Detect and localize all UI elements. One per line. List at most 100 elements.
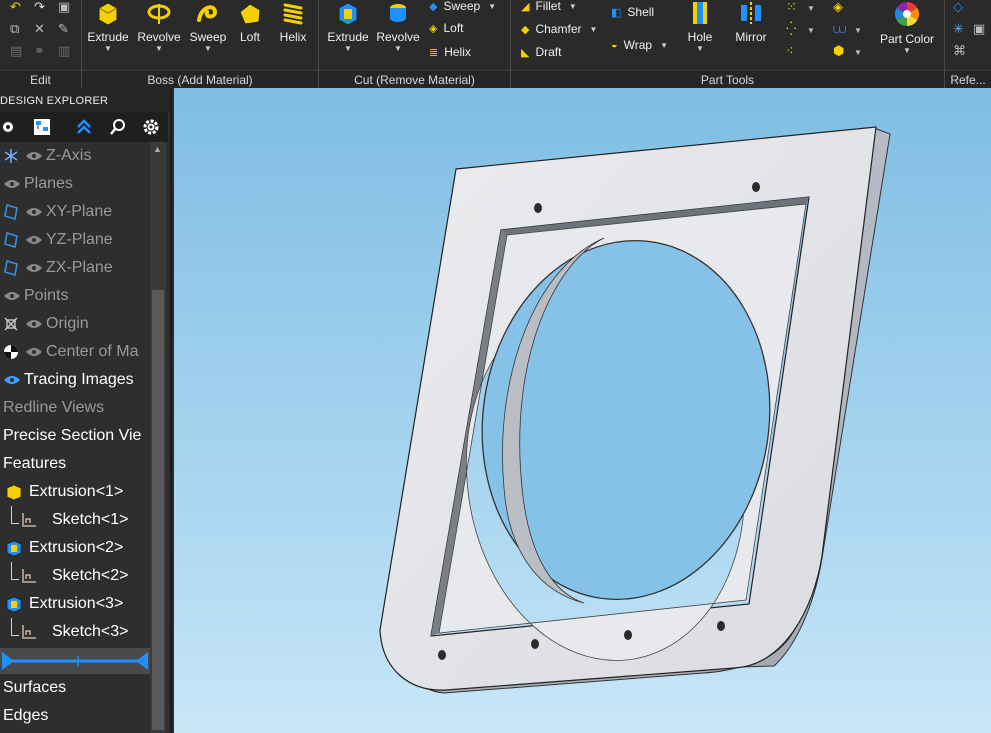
point-icon[interactable]: ⌘	[953, 44, 966, 58]
cut-sweep-icon: ◆	[429, 0, 438, 13]
tree-item-label: Center of Ma	[46, 343, 139, 360]
chevron-down-icon[interactable]: ▼	[807, 2, 815, 16]
tree-item-yz-plane[interactable]: YZ-Plane	[0, 226, 150, 254]
hole-button[interactable]: Hole ▼	[681, 0, 719, 66]
design-explorer: DESIGN EXPLORER Z-Axis Planes XY-Plane Y…	[0, 88, 172, 733]
plane-icon[interactable]: ◇	[953, 0, 963, 14]
part-color-button[interactable]: Part Color ▼	[875, 0, 939, 66]
tree-item-sketch-2[interactable]: Sketch<2>	[0, 562, 150, 590]
boss-group-label: Boss (Add Material)	[82, 70, 318, 88]
revolve-icon	[147, 4, 171, 24]
tree-item-extrusion-2[interactable]: Extrusion<2>	[0, 534, 150, 562]
3d-viewport[interactable]	[174, 88, 991, 733]
cut-revolve-button[interactable]: Revolve ▼	[375, 0, 421, 66]
delete-icon[interactable]: ✕	[34, 22, 45, 36]
chevron-down-icon: ▼	[488, 1, 497, 11]
eye-icon[interactable]	[22, 313, 46, 335]
draft-button[interactable]: ◣ Draft	[521, 42, 561, 62]
link-icon[interactable]: ⚭	[34, 44, 45, 58]
edit-icon[interactable]: ✎	[58, 22, 69, 36]
cut-loft-button[interactable]: ◈ Loft	[429, 18, 463, 38]
center-of-mass-icon	[0, 341, 22, 363]
tree-item-edges[interactable]: Edges	[0, 702, 150, 730]
tree-item-label: Edges	[3, 707, 49, 724]
tree-item-extrusion-1[interactable]: Extrusion<1>	[0, 478, 150, 506]
undo-icon[interactable]: ↶	[10, 0, 21, 14]
cut-revolve-icon	[390, 4, 406, 22]
pattern-icon[interactable]: ⁙	[786, 0, 797, 14]
cut-extrude-label: Extrude	[327, 30, 369, 44]
fillet-button[interactable]: ◢ Fillet ▼	[521, 0, 577, 16]
boss-extrude-button[interactable]: Extrude ▼	[86, 0, 130, 66]
rollback-marker-icon	[2, 652, 148, 670]
wrap-button[interactable]: ◒ Wrap ▼	[611, 35, 668, 55]
body-icon[interactable]: ◈	[833, 0, 843, 14]
collapse-all-icon[interactable]	[67, 112, 101, 142]
tree-item-surfaces[interactable]: Surfaces	[0, 674, 150, 702]
tree-view-icon[interactable]	[16, 112, 67, 142]
gear-icon[interactable]	[134, 112, 168, 142]
tree-item-z-axis[interactable]: Z-Axis	[0, 142, 150, 170]
boss-loft-label: Loft	[239, 30, 260, 44]
chevron-down-icon[interactable]: ▼	[854, 46, 862, 60]
split-icon[interactable]: ⬢	[833, 44, 844, 58]
cut-sweep-button[interactable]: ◆ Sweep ▼	[429, 0, 496, 16]
tree-item-features[interactable]: Features	[0, 450, 150, 478]
clipboard-icon[interactable]: ▤	[10, 44, 22, 58]
scale-icon[interactable]: ⁖	[786, 44, 794, 58]
scroll-up-icon[interactable]: ▲	[153, 144, 163, 154]
tree-item-planes[interactable]: Planes	[0, 170, 150, 198]
rollback-bar[interactable]	[0, 648, 150, 674]
circular-pattern-icon[interactable]: ⁛	[786, 22, 796, 36]
tree-item-origin[interactable]: Origin	[0, 310, 150, 338]
tree-item-zx-plane[interactable]: ZX-Plane	[0, 254, 150, 282]
explorer-scrollbar[interactable]: ▲	[150, 142, 166, 733]
paste-icon[interactable]: ▥	[58, 44, 70, 58]
mount-hole	[717, 621, 725, 631]
eye-icon[interactable]	[22, 229, 46, 251]
paste-special-icon[interactable]: ▣	[58, 0, 70, 14]
tree-item-precise-section-views[interactable]: Precise Section Vie	[0, 422, 150, 450]
copy-icon[interactable]: ⧉	[10, 22, 19, 36]
cut-helix-button[interactable]: ≣ Helix	[429, 42, 471, 62]
eye-icon[interactable]	[0, 369, 24, 391]
boss-loft-button[interactable]: Loft	[232, 0, 268, 66]
eye-icon[interactable]	[0, 173, 24, 195]
eye-icon[interactable]	[22, 145, 46, 167]
mirror-button[interactable]: Mirror	[729, 0, 773, 66]
axis-icon[interactable]: ✳	[953, 22, 964, 36]
boss-group: Extrude ▼ Revolve ▼ Sweep ▼ Loft Helix B…	[82, 0, 319, 88]
mount-hole	[624, 630, 632, 640]
search-icon[interactable]	[101, 112, 135, 142]
shell-button[interactable]: ◧ Shell	[611, 2, 654, 22]
chevron-down-icon[interactable]: ▼	[854, 24, 862, 38]
eye-icon[interactable]	[22, 201, 46, 223]
redo-icon[interactable]: ↷	[34, 0, 45, 14]
boss-sweep-button[interactable]: Sweep ▼	[186, 0, 230, 66]
combine-icon[interactable]: ⩊	[833, 22, 846, 36]
boss-helix-button[interactable]: Helix	[272, 0, 314, 66]
tree-item-label: ZX-Plane	[46, 259, 113, 276]
boss-revolve-button[interactable]: Revolve ▼	[136, 0, 182, 66]
tree-item-extrusion-3[interactable]: Extrusion<3>	[0, 590, 150, 618]
shell-label: Shell	[627, 5, 655, 19]
eye-icon[interactable]	[22, 341, 46, 363]
tree-item-center-of-mass[interactable]: Center of Ma	[0, 338, 150, 366]
tree-item-redline-views[interactable]: Redline Views	[0, 394, 150, 422]
part-model[interactable]	[174, 88, 991, 733]
eye-icon[interactable]	[0, 285, 24, 307]
chevron-down-icon[interactable]: ▼	[807, 24, 815, 38]
scroll-thumb[interactable]	[152, 290, 164, 730]
mount-hole	[752, 182, 760, 192]
tree-item-sketch-3[interactable]: Sketch<3>	[0, 618, 150, 646]
tree-item-sketch-1[interactable]: Sketch<1>	[0, 506, 150, 534]
tree-item-points[interactable]: Points	[0, 282, 150, 310]
cut-extrude-button[interactable]: Extrude ▼	[325, 0, 371, 66]
settings-gear-icon[interactable]	[0, 112, 16, 142]
image-icon[interactable]: ▣	[973, 22, 985, 36]
eye-icon[interactable]	[22, 257, 46, 279]
cut-helix-label: Helix	[444, 45, 471, 59]
chamfer-button[interactable]: ◆ Chamfer ▼	[521, 19, 597, 39]
tree-item-xy-plane[interactable]: XY-Plane	[0, 198, 150, 226]
tree-item-tracing-images[interactable]: Tracing Images	[0, 366, 150, 394]
